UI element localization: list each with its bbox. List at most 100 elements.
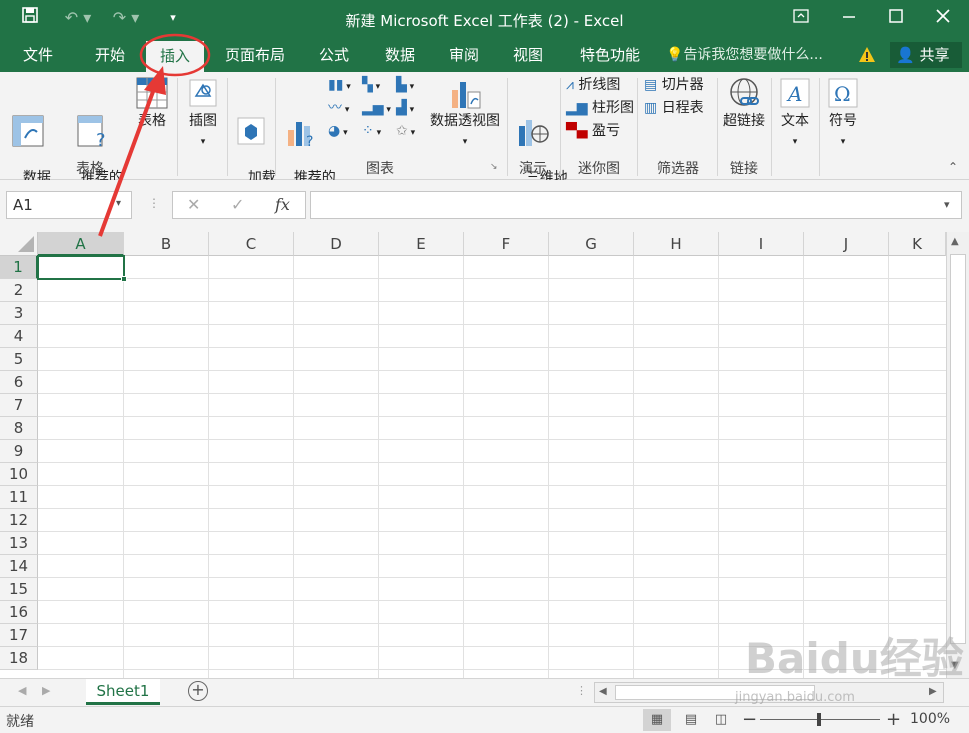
zoom-in-button[interactable]: + [886, 709, 901, 730]
group-separator [227, 78, 228, 176]
sheet-tab[interactable]: Sheet1 [86, 679, 160, 705]
active-cell-A1[interactable] [37, 255, 127, 282]
sparkline-column-button[interactable]: ▂▆ 柱形图 [566, 97, 634, 119]
column-header[interactable]: E [379, 232, 464, 256]
column-header[interactable]: A [38, 232, 124, 256]
maximize-icon[interactable] [885, 6, 907, 30]
tell-me-box[interactable]: 💡告诉我您想要做什么... [666, 38, 823, 72]
scroll-left-icon[interactable]: ◀ [599, 686, 607, 697]
name-box[interactable]: A1 [6, 191, 132, 219]
zoom-slider[interactable] [760, 713, 880, 726]
row-header[interactable]: 10 [0, 463, 38, 486]
radar-chart-button[interactable]: ✩ ▾ [396, 120, 415, 142]
enter-icon[interactable]: ✓ [231, 195, 244, 214]
pivot-chart-button[interactable]: 数据透视图 ▾ [426, 76, 504, 152]
tab-home[interactable]: 开始 [82, 38, 138, 72]
row-header[interactable]: 2 [0, 279, 38, 302]
row-header[interactable]: 4 [0, 325, 38, 348]
tab-data[interactable]: 数据 [372, 38, 428, 72]
waterfall-chart-button[interactable]: ▙ ▾ [396, 74, 414, 96]
row-header[interactable]: 6 [0, 371, 38, 394]
column-header[interactable]: K [889, 232, 946, 256]
row-header[interactable]: 15 [0, 578, 38, 601]
normal-view-icon[interactable]: ▦ [643, 709, 671, 731]
statistic-chart-button[interactable]: ▂▅ ▾ [362, 97, 391, 119]
dialog-launcher-icon[interactable]: ↘ [490, 162, 498, 172]
row-header[interactable]: 14 [0, 555, 38, 578]
illustrations-button[interactable]: 插图 ▾ [182, 76, 224, 152]
page-break-view-icon[interactable]: ◫ [710, 709, 732, 731]
warning-icon[interactable] [858, 46, 876, 64]
ribbon-display-options-icon[interactable] [790, 6, 812, 30]
row-header[interactable]: 7 [0, 394, 38, 417]
row-header[interactable]: 12 [0, 509, 38, 532]
timeline-button[interactable]: ▥ 日程表 [644, 97, 704, 119]
row-header[interactable]: 3 [0, 302, 38, 325]
zoom-level[interactable]: 100% [910, 711, 950, 727]
row-header[interactable]: 11 [0, 486, 38, 509]
row-header[interactable]: 16 [0, 601, 38, 624]
column-header[interactable]: G [549, 232, 634, 256]
scroll-thumb[interactable] [950, 254, 966, 644]
share-button[interactable]: 👤 共享 [890, 42, 962, 68]
zoom-slider-thumb[interactable] [817, 713, 821, 726]
minimize-icon[interactable] [838, 6, 860, 30]
row-header[interactable]: 8 [0, 417, 38, 440]
symbol-button[interactable]: Ω 符号 ▾ [822, 76, 864, 152]
splitter-icon[interactable]: ⋮ [576, 684, 587, 697]
page-layout-view-icon[interactable]: ▤ [680, 709, 702, 731]
select-all-corner[interactable] [0, 232, 38, 256]
column-header[interactable]: B [124, 232, 209, 256]
table-button[interactable]: 表格 [132, 76, 172, 131]
scroll-right-icon[interactable]: ▶ [929, 686, 937, 697]
hyperlink-button[interactable]: 超链接 [720, 76, 768, 131]
tab-file[interactable]: 文件 [10, 38, 66, 72]
vertical-scrollbar[interactable]: ▲ ▼ [946, 232, 969, 678]
hierarchy-chart-button[interactable]: ▚ ▾ [362, 74, 380, 96]
sparkline-winloss-button[interactable]: ▀▄ 盈亏 [566, 120, 620, 142]
next-sheet-icon[interactable]: ▶ [42, 684, 50, 697]
close-icon[interactable] [932, 6, 954, 30]
cancel-icon[interactable]: ✕ [187, 195, 200, 214]
fill-handle[interactable] [121, 276, 127, 282]
line-chart-button[interactable]: 〰 ▾ [328, 97, 349, 119]
combo-chart-button[interactable]: ▟ ▾ [396, 97, 414, 119]
chevron-down-icon[interactable]: ▾ [116, 198, 121, 209]
collapse-ribbon-icon[interactable]: ⌃ [948, 160, 958, 174]
gridline [38, 416, 946, 417]
worksheet-grid[interactable]: A B C D E F G H I J K 1 2 3 4 5 6 7 8 9 … [0, 232, 969, 678]
text-button[interactable]: A 文本 ▾ [774, 76, 816, 152]
expand-formula-icon[interactable]: ▾ [944, 198, 950, 211]
row-header[interactable]: 1 [0, 256, 38, 279]
row-header[interactable]: 18 [0, 647, 38, 670]
tab-review[interactable]: 审阅 [436, 38, 492, 72]
slicer-button[interactable]: ▤ 切片器 [644, 74, 704, 96]
insert-function-icon[interactable]: fx [275, 195, 290, 214]
svg-text:?: ? [306, 134, 313, 148]
tab-formulas[interactable]: 公式 [306, 38, 362, 72]
gridline [633, 256, 634, 678]
sparkline-line-button[interactable]: ⩘ 折线图 [566, 74, 620, 96]
prev-sheet-icon[interactable]: ◀ [18, 684, 26, 697]
scroll-up-icon[interactable]: ▲ [951, 236, 959, 247]
column-header[interactable]: H [634, 232, 719, 256]
column-header[interactable]: D [294, 232, 379, 256]
pie-chart-button[interactable]: ◕ ▾ [328, 120, 348, 142]
tab-insert[interactable]: 插入 [146, 41, 204, 72]
zoom-out-button[interactable]: − [742, 709, 757, 730]
tab-special-features[interactable]: 特色功能 [572, 38, 648, 72]
tab-page-layout[interactable]: 页面布局 [218, 38, 292, 72]
scatter-chart-button[interactable]: ⁘ ▾ [362, 120, 381, 142]
row-header[interactable]: 13 [0, 532, 38, 555]
row-header[interactable]: 17 [0, 624, 38, 647]
add-sheet-icon[interactable]: + [188, 681, 208, 701]
column-header[interactable]: C [209, 232, 294, 256]
row-header[interactable]: 9 [0, 440, 38, 463]
column-header[interactable]: J [804, 232, 889, 256]
row-header[interactable]: 5 [0, 348, 38, 371]
tab-view[interactable]: 视图 [500, 38, 556, 72]
column-chart-button[interactable]: ▮▮ ▾ [328, 74, 351, 96]
formula-input[interactable] [310, 191, 962, 219]
column-header[interactable]: F [464, 232, 549, 256]
column-header[interactable]: I [719, 232, 804, 256]
